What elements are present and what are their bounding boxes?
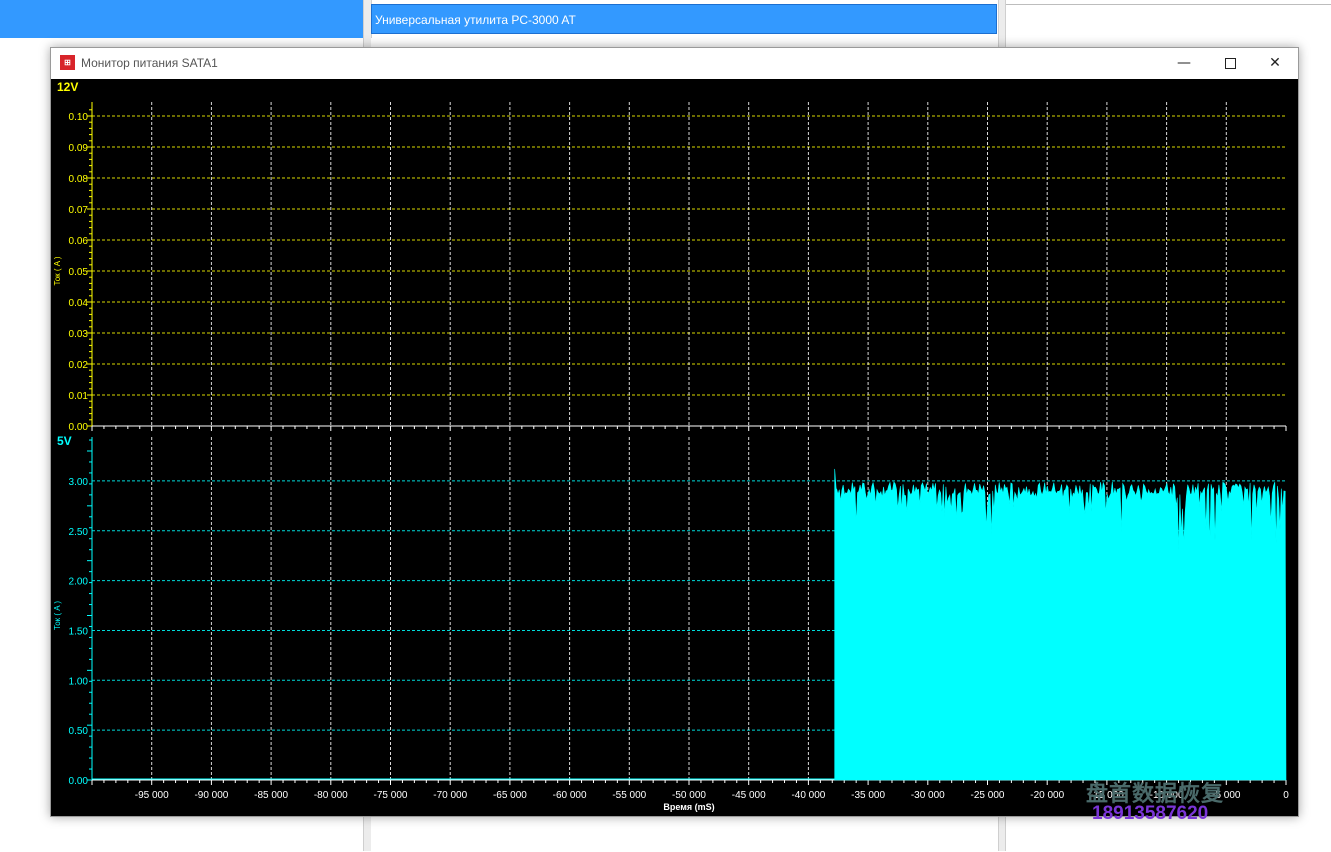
x-tick-label: -25 000	[971, 790, 1005, 801]
x-tick-label: -35 000	[851, 790, 885, 801]
x-tick-label: -20 000	[1030, 790, 1064, 801]
x-tick-label: -60 000	[553, 790, 587, 801]
y-tick-label: 0.03	[69, 329, 89, 340]
y-tick-label: 0.00	[69, 776, 89, 787]
x-tick-label: 0	[1283, 790, 1289, 801]
x-tick-label: -80 000	[314, 790, 348, 801]
x-tick-label: -75 000	[374, 790, 408, 801]
plot-area: 12V Ток ( A ) 0.00 0.01 0.02 0.03 0.04 0.05 0.06…	[51, 79, 1298, 824]
close-icon: ✕	[1269, 55, 1281, 71]
y-tick-label: 3.00	[69, 477, 89, 488]
x-tick-label: -65 000	[493, 790, 527, 801]
x-tick-label: -85 000	[254, 790, 288, 801]
y-tick-label: 0.05	[69, 267, 89, 278]
y-tick-label: 0.09	[69, 143, 89, 154]
x-axis-label: Время (mS)	[663, 802, 714, 812]
current-5v-area	[834, 468, 1287, 781]
y-tick-label: 0.07	[69, 205, 89, 216]
x-tick-label: -45 000	[732, 790, 766, 801]
watermark-phone: 18913587620	[1092, 803, 1209, 824]
x-tick-label: -70 000	[433, 790, 467, 801]
x-tick-label: -30 000	[911, 790, 945, 801]
y-tick-label: 1.00	[69, 676, 89, 687]
window-titlebar[interactable]: ⊞ Монитор питания SATA1 — ✕	[51, 48, 1298, 79]
background-left-header	[0, 0, 363, 38]
x-tick-label: -95 000	[135, 790, 169, 801]
maximize-button[interactable]	[1207, 48, 1253, 79]
y-tick-label: 0.01	[69, 391, 89, 402]
power-monitor-window: ⊞ Монитор питания SATA1 — ✕ 12V Ток ( A )…	[50, 47, 1299, 824]
power-monitor-chart: 12V Ток ( A ) 0.00 0.01 0.02 0.03 0.04 0.05 0.06…	[51, 79, 1298, 816]
x-tick-label: -55 000	[612, 790, 646, 801]
maximize-icon	[1224, 57, 1236, 69]
y-tick-label: 0.50	[69, 726, 89, 737]
y-tick-label: 0.06	[69, 236, 89, 247]
y-axis-label: Ток ( A )	[53, 601, 62, 630]
background-center-title: Универсальная утилита PC-3000 AT	[375, 13, 576, 27]
y-tick-label: 1.50	[69, 626, 89, 637]
y-axis-label: Ток ( A )	[53, 256, 62, 285]
window-title: Монитор питания SATA1	[81, 56, 218, 70]
background-center-header[interactable]: Универсальная утилита PC-3000 AT	[371, 4, 997, 34]
pc3000-app-icon: ⊞	[60, 55, 75, 70]
y-tick-label: 0.04	[69, 298, 89, 309]
minimize-icon: —	[1177, 55, 1191, 71]
y-tick-label: 0.00	[69, 422, 89, 433]
x-tick-label: -50 000	[672, 790, 706, 801]
y-tick-label: 0.08	[69, 174, 89, 185]
channel-label: 12V	[57, 80, 78, 94]
y-tick-label: 2.50	[69, 527, 89, 538]
x-tick-label: -40 000	[791, 790, 825, 801]
x-tick-label: -90 000	[194, 790, 228, 801]
y-tick-label: 0.02	[69, 360, 89, 371]
channel-label: 5V	[57, 434, 72, 448]
y-tick-label: 0.10	[69, 112, 89, 123]
close-button[interactable]: ✕	[1252, 48, 1298, 79]
y-tick-label: 2.00	[69, 577, 89, 588]
minimize-button[interactable]: —	[1161, 48, 1207, 79]
